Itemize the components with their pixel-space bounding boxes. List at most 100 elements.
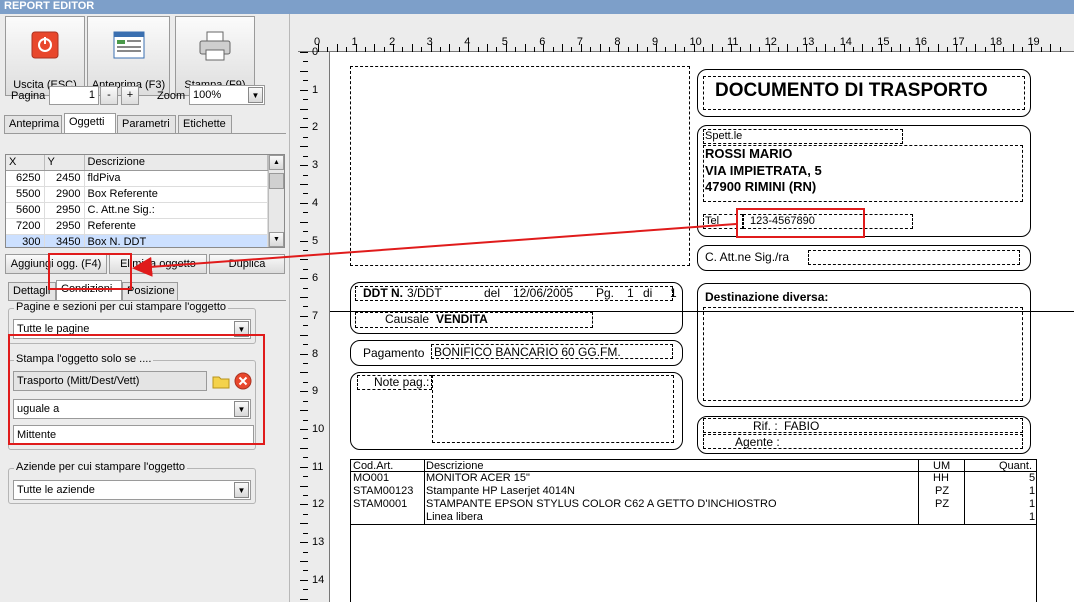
- reference-row[interactable]: [703, 418, 1023, 433]
- ruler-label: 14: [839, 36, 852, 48]
- ruler-label: 7: [312, 309, 319, 322]
- table-row[interactable]: 5600 2950 C. Att.ne Sig.:: [6, 202, 268, 219]
- companies-group-label: Aziende per cui stampare l'oggetto: [14, 461, 188, 473]
- items-table[interactable]: Cod.Art. Descrizione UM Quant. MO001 MON…: [350, 459, 1037, 602]
- scroll-up-icon[interactable]: ▲: [269, 155, 284, 170]
- ruler-minor-tick: [787, 44, 789, 52]
- table-row[interactable]: 300 3450 Box N. DDT: [6, 234, 268, 247]
- ruler-label: 5: [312, 234, 319, 247]
- preview-button[interactable]: Anteprima (F3): [87, 16, 170, 96]
- item-um: PZ: [935, 498, 950, 510]
- ruler-minor-tick: [1012, 44, 1014, 52]
- ruler-minor-tick: [524, 44, 526, 52]
- objects-table[interactable]: X Y Descrizione 6250 2450 fldPiva 5500 2900…: [5, 154, 285, 248]
- cell-desc: Referente: [84, 218, 268, 235]
- destination-field[interactable]: [703, 307, 1023, 401]
- table-row[interactable]: 7200 2950 Referente: [6, 218, 268, 235]
- ruler-minor-tick: [336, 44, 338, 52]
- highlight-tel-field: [736, 208, 865, 238]
- addressee-name: ROSSI MARIO: [705, 146, 793, 161]
- page-minus-button[interactable]: -: [100, 86, 118, 105]
- ruler-minor-tick: [900, 44, 902, 52]
- ruler-label: 4: [464, 36, 471, 48]
- item-desc: Linea libera: [426, 511, 483, 523]
- date-value: 12/06/2005: [513, 286, 574, 300]
- ruler-minor-tick: [303, 570, 308, 572]
- item-desc: MONITOR ACER 15": [426, 472, 530, 484]
- ddt-value: 3/DDT: [407, 286, 442, 300]
- cell-desc: fldPiva: [84, 170, 268, 187]
- ruler-minor-tick: [300, 447, 308, 449]
- companies-select[interactable]: Tutte le aziende ▼: [13, 480, 251, 500]
- left-panel: Uscita (ESC) Anteprima (F3) Stampa (F9) …: [0, 14, 290, 602]
- power-icon: [31, 31, 59, 59]
- ruler-tick: [300, 240, 308, 242]
- ruler-minor-tick: [303, 268, 308, 270]
- duplicate-button[interactable]: Duplica: [209, 254, 285, 274]
- section-guide-line: [330, 311, 1074, 312]
- ruler-minor-tick: [303, 80, 308, 82]
- tel-label: Tel: [705, 215, 720, 227]
- ruler-minor-tick: [303, 494, 308, 496]
- item-desc: STAMPANTE EPSON STYLUS COLOR C62 A GETTO…: [426, 498, 777, 510]
- ruler-label: 19: [1027, 36, 1040, 48]
- ruler-minor-tick: [300, 334, 308, 336]
- ruler-minor-tick: [303, 212, 308, 214]
- zoom-value: 100%: [193, 89, 222, 101]
- date-label: del: [484, 286, 501, 300]
- cell-x: 300: [6, 234, 45, 247]
- ruler-minor-tick: [599, 44, 601, 52]
- scroll-down-icon[interactable]: ▼: [269, 232, 284, 247]
- ruler-label: 8: [312, 347, 319, 360]
- top-tabs: Anteprima Oggetti Parametri Etichette: [4, 113, 284, 134]
- ruler-tick: [300, 278, 308, 280]
- zoom-select[interactable]: 100% ▼: [189, 85, 265, 105]
- ruler-minor-tick: [300, 70, 308, 72]
- ruler-minor-tick: [300, 146, 308, 148]
- ruler-label: 10: [689, 36, 702, 48]
- report-canvas[interactable]: DOCUMENTO DI TRASPORTO Spett.le ROSSI MA…: [330, 52, 1074, 602]
- col-descrizione[interactable]: Descrizione: [84, 155, 268, 171]
- addressee-city: 47900 RIMINI (RN): [705, 179, 817, 194]
- ruler-minor-tick: [303, 438, 308, 440]
- col-y[interactable]: Y: [44, 155, 85, 171]
- tab-parametri[interactable]: Parametri: [117, 115, 176, 134]
- ruler-tick: [300, 127, 308, 129]
- of-label: di: [643, 286, 653, 300]
- spett-label: Spett.le: [705, 130, 743, 142]
- cell-y: 3450: [44, 234, 85, 247]
- scroll-thumb[interactable]: [269, 173, 284, 189]
- companies-value: Tutte le aziende: [17, 484, 95, 496]
- ddt-label: DDT N.: [363, 286, 403, 300]
- cell-desc: Box Referente: [84, 186, 268, 203]
- items-col-desc: Descrizione: [426, 460, 484, 472]
- ruler-tick: [300, 165, 308, 167]
- tab-divider: [4, 133, 286, 134]
- ruler-label: 15: [877, 36, 890, 48]
- ruler-label: 10: [312, 423, 325, 435]
- ruler-minor-tick: [303, 117, 308, 119]
- print-button[interactable]: Stampa (F9): [175, 16, 255, 96]
- tab-oggetti[interactable]: Oggetti: [64, 113, 116, 134]
- ruler-label: 8: [614, 36, 621, 48]
- table-row[interactable]: 5500 2900 Box Referente: [6, 186, 268, 203]
- ruler-label: 2: [389, 36, 396, 48]
- page-plus-button[interactable]: +: [121, 86, 139, 105]
- ruler-minor-tick: [300, 523, 308, 525]
- notes-field[interactable]: [432, 375, 674, 443]
- cell-x: 7200: [6, 218, 45, 235]
- tab-anteprima[interactable]: Anteprima: [4, 115, 62, 134]
- logo-box[interactable]: [350, 66, 690, 266]
- attention-field[interactable]: [808, 250, 1020, 265]
- ruler-tick: [300, 89, 308, 91]
- table-scrollbar[interactable]: ▲ ▼: [268, 155, 284, 247]
- page-input[interactable]: 1: [49, 86, 99, 105]
- attention-label: C. Att.ne Sig./ra: [705, 250, 790, 264]
- ruler-minor-tick: [303, 174, 308, 176]
- tab-etichette[interactable]: Etichette: [178, 115, 232, 134]
- col-x[interactable]: X: [6, 155, 45, 171]
- exit-button[interactable]: Uscita (ESC): [5, 16, 85, 96]
- table-row[interactable]: 6250 2450 fldPiva: [6, 170, 268, 187]
- ruler-label: 11: [312, 460, 324, 473]
- ruler-label: 6: [539, 36, 546, 48]
